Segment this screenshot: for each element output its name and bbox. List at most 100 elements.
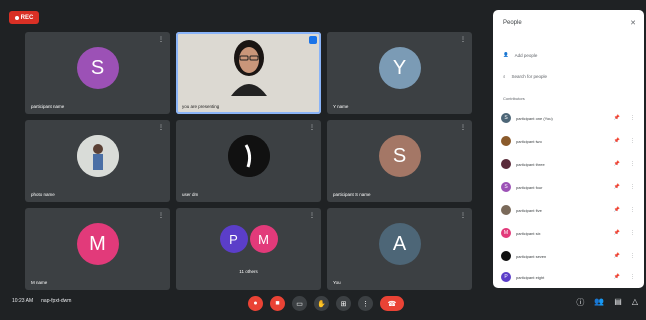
search-icon: ⌕ [503, 74, 506, 79]
participant-name: M name [31, 280, 48, 285]
more-icon[interactable]: ⋮ [630, 253, 635, 259]
participant-tile[interactable]: S ⋮ participant name [25, 32, 170, 114]
avatar: S [501, 113, 511, 123]
person-name: participant six [516, 230, 541, 236]
participant-tile[interactable]: A ⋮ You [327, 208, 472, 290]
add-people-button[interactable]: 👤 Add people [503, 52, 537, 58]
more-icon[interactable]: ⋮ [460, 213, 466, 219]
record-dot-icon [14, 15, 19, 20]
more-icon[interactable]: ⋮ [158, 213, 164, 219]
more-icon[interactable]: ⋮ [158, 37, 164, 43]
list-item[interactable]: participant two 📌 ⋮ [501, 131, 635, 151]
list-item[interactable]: P participant eight 📌 ⋮ [501, 267, 635, 287]
participant-name: You [333, 280, 341, 285]
pin-icon[interactable]: 📌 [614, 230, 620, 236]
group-avatars: P M [219, 225, 278, 254]
person-name: participant eight [516, 274, 545, 280]
avatar: S [378, 135, 421, 178]
camera-off-icon: ■ [275, 300, 280, 307]
add-person-icon: 👤 [503, 52, 509, 57]
participant-tile-group[interactable]: P M ⋮ 11 others [176, 208, 321, 290]
avatar-photo [76, 135, 119, 178]
more-icon[interactable]: ⋮ [630, 274, 635, 280]
more-icon[interactable]: ⋮ [630, 161, 635, 167]
person-name: participant five [516, 207, 542, 213]
more-icon[interactable]: ⋮ [460, 125, 466, 131]
more-icon[interactable]: ⋮ [309, 125, 315, 131]
person-name: participant one (You) [516, 115, 553, 121]
participant-tile[interactable]: M ⋮ M name [25, 208, 170, 290]
more-icon[interactable]: ⋮ [460, 37, 466, 43]
speaking-indicator-icon [309, 36, 317, 44]
pin-icon[interactable]: 📌 [614, 138, 620, 144]
avatar: Y [378, 47, 421, 90]
list-item[interactable]: participant seven 📌 ⋮ [501, 246, 635, 266]
participant-grid: S ⋮ participant name you are presenting … [25, 32, 472, 290]
list-item[interactable]: participant five 📌 ⋮ [501, 200, 635, 220]
more-icon[interactable]: ⋮ [630, 115, 635, 121]
call-controls: ● ■ ▭ ✋ ⊞ ⋮ ☎ [248, 296, 404, 311]
more-icon[interactable]: ⋮ [158, 125, 164, 131]
info-icon[interactable]: ⓘ [576, 297, 584, 308]
pin-icon[interactable]: 📌 [614, 161, 620, 167]
captions-button[interactable]: ▭ [292, 296, 307, 311]
meeting-code: nap-fpxt-dwm [41, 298, 72, 304]
present-button[interactable]: ⊞ [336, 296, 351, 311]
more-icon[interactable]: ⋮ [630, 138, 635, 144]
list-item[interactable]: participant three 📌 ⋮ [501, 154, 635, 174]
participant-name: Y name [333, 104, 349, 109]
panel-title: People [503, 20, 522, 26]
more-options-button[interactable]: ⋮ [358, 296, 373, 311]
raise-hand-button[interactable]: ✋ [314, 296, 329, 311]
mic-button[interactable]: ● [248, 296, 263, 311]
pin-icon[interactable]: 📌 [614, 253, 620, 259]
pin-icon[interactable]: 📌 [614, 207, 620, 213]
participant-tile[interactable]: ⋮ user dm [176, 120, 321, 202]
avatar: P [219, 225, 248, 254]
photo-icon [76, 135, 119, 178]
leave-call-button[interactable]: ☎ [380, 296, 404, 311]
more-icon[interactable]: ⋮ [630, 207, 635, 213]
avatar [501, 136, 511, 146]
avatar: S [501, 182, 511, 192]
participant-name: user dm [182, 192, 199, 197]
logo-icon [227, 135, 270, 178]
pin-icon[interactable]: 📌 [614, 274, 620, 280]
pin-icon[interactable]: 📌 [614, 115, 620, 121]
avatar: M [501, 228, 511, 238]
camera-button[interactable]: ■ [270, 296, 285, 311]
person-name: participant seven [516, 253, 547, 259]
clock-time: 10:23 AM [12, 298, 34, 304]
avatar [501, 205, 511, 215]
participant-tile-active[interactable]: you are presenting [176, 32, 321, 114]
more-icon[interactable]: ⋮ [630, 230, 635, 236]
captions-icon: ▭ [296, 300, 303, 308]
chat-icon[interactable]: ▤ [614, 297, 622, 308]
more-vert-icon: ⋮ [362, 300, 369, 308]
participant-name: photo name [31, 192, 55, 197]
more-icon[interactable]: ⋮ [630, 184, 635, 190]
more-icon[interactable]: ⋮ [309, 213, 315, 219]
search-input[interactable]: ⌕ Search for people [503, 74, 547, 79]
participant-tile[interactable]: Y ⋮ Y name [327, 32, 472, 114]
participant-tile[interactable]: S ⋮ participant S name [327, 120, 472, 202]
participant-name: 11 others [239, 269, 258, 274]
side-controls: ⓘ 👥 ▤ △ [576, 297, 638, 308]
avatar: M [76, 223, 119, 266]
list-item[interactable]: S participant four 📌 ⋮ [501, 177, 635, 197]
participant-name: participant name [31, 104, 65, 109]
participant-name: participant S name [333, 192, 371, 197]
webcam-video [230, 40, 267, 96]
avatar-logo [227, 135, 270, 178]
avatar: S [76, 47, 119, 90]
people-icon[interactable]: 👥 [594, 297, 604, 308]
activities-icon[interactable]: △ [632, 297, 638, 308]
avatar [501, 159, 511, 169]
pin-icon[interactable]: 📌 [614, 184, 620, 190]
list-item[interactable]: S participant one (You) 📌 ⋮ [501, 108, 635, 128]
list-item[interactable]: M participant six 📌 ⋮ [501, 223, 635, 243]
close-icon[interactable]: ✕ [630, 19, 636, 27]
participant-tile[interactable]: ⋮ photo name [25, 120, 170, 202]
phone-hangup-icon: ☎ [387, 300, 397, 308]
add-people-label: Add people [514, 52, 538, 58]
